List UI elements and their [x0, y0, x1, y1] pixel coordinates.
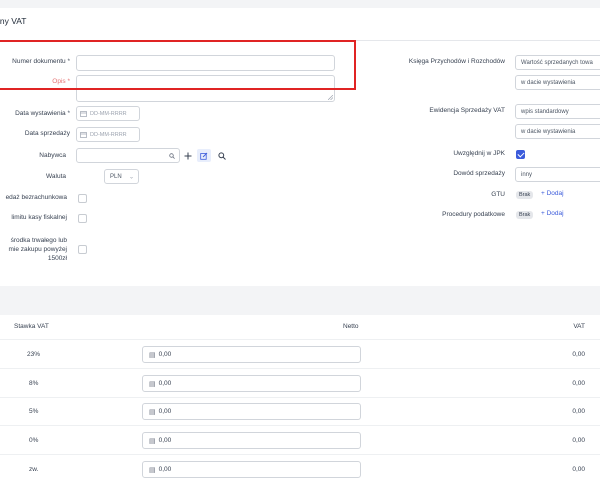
ksiega-select[interactable]: Wartość sprzedanych towa: [515, 55, 600, 70]
srodek-trwaly-label: środka trwałego lub mie zakupu powyżej 1…: [8, 237, 67, 262]
chevron-down-icon: ⌄: [128, 174, 134, 180]
calculator-icon: ▤: [149, 380, 156, 388]
header-divider: [0, 339, 600, 340]
vat-value-8: 0,00: [572, 380, 585, 387]
vat-table: Stawka VAT Netto VAT 23% ▤ 0,00 0,00 8% ▤…: [0, 315, 600, 480]
resize-handle-icon[interactable]: [328, 95, 333, 100]
rate-23: 23%: [27, 351, 41, 358]
calculator-icon: ▤: [149, 466, 156, 474]
calculator-icon: ▤: [149, 437, 156, 445]
nabywca-label: Nabywca: [39, 152, 66, 159]
vat-header: VAT: [573, 323, 585, 330]
rate-zw: zw.: [29, 466, 39, 473]
data-wystawienia-label: Data wystawienia *: [15, 110, 70, 117]
row-divider: [0, 454, 600, 455]
srodek-trwaly-checkbox[interactable]: [78, 245, 87, 254]
nabywca-input[interactable]: [76, 148, 180, 163]
sprzedaz-bezrachunkowa-label: edaż bezrachunkowa: [5, 194, 67, 201]
rate-0: 0%: [29, 437, 39, 444]
plus-icon: [184, 152, 192, 159]
edit-icon: [200, 152, 208, 160]
procedury-add-button[interactable]: + Dodaj: [541, 210, 564, 217]
add-nabywca-button[interactable]: [181, 149, 195, 162]
data-sprzedazy-input[interactable]: DD-MM-RRRR: [76, 127, 140, 142]
rate-5: 5%: [29, 408, 39, 415]
row-divider: [0, 368, 600, 369]
vat-value-23: 0,00: [572, 351, 585, 358]
data-wystawienia-input[interactable]: DD-MM-RRRR: [76, 106, 140, 121]
dowod-select[interactable]: inny: [515, 167, 600, 182]
netto-input-5[interactable]: ▤ 0,00: [142, 403, 361, 420]
stawka-header: Stawka VAT: [14, 323, 49, 330]
jpk-checkbox[interactable]: [516, 150, 525, 159]
vat-value-0: 0,00: [572, 437, 585, 444]
vat-value-5: 0,00: [572, 408, 585, 415]
search-icon: [218, 151, 226, 160]
procedury-label: Procedury podatkowe: [442, 211, 505, 218]
ewidencja-label: Ewidencja Sprzedaży VAT: [429, 107, 505, 114]
limit-kasy-checkbox[interactable]: [78, 214, 87, 223]
vat-value-zw: 0,00: [572, 466, 585, 473]
gtu-label: GTU: [491, 191, 505, 198]
ewidencja-date-select[interactable]: w dacie wystawienia: [515, 124, 600, 139]
edit-nabywca-button[interactable]: [197, 149, 211, 162]
netto-input-8[interactable]: ▤ 0,00: [142, 375, 361, 392]
ksiega-label: Księga Przychodów i Rozchodów: [408, 58, 505, 65]
netto-header: Netto: [343, 323, 359, 330]
waluta-label: Waluta: [46, 173, 66, 180]
jpk-label: Uwzględnij w JPK: [453, 150, 505, 157]
page-title: lny VAT: [0, 16, 27, 26]
row-divider: [0, 397, 600, 398]
search-icon: [169, 153, 175, 159]
waluta-select[interactable]: PLN ⌄: [104, 169, 139, 184]
sprzedaz-bezrachunkowa-checkbox[interactable]: [78, 194, 87, 203]
calculator-icon: ▤: [149, 351, 156, 359]
ksiega-date-select[interactable]: w dacie wystawienia: [515, 75, 600, 90]
limit-kasy-label: limitu kasy fiskalnej: [11, 214, 67, 221]
rate-8: 8%: [29, 380, 39, 387]
gtu-add-button[interactable]: + Dodaj: [541, 190, 564, 197]
dowod-label: Dowód sprzedaży: [453, 170, 505, 177]
netto-input-zw[interactable]: ▤ 0,00: [142, 461, 361, 478]
search-nabywca-button[interactable]: [215, 149, 229, 162]
calculator-icon: ▤: [149, 408, 156, 416]
netto-input-0[interactable]: ▤ 0,00: [142, 432, 361, 449]
ewidencja-select[interactable]: wpis standardowy: [515, 104, 600, 119]
calendar-icon: [80, 111, 87, 117]
netto-input-23[interactable]: ▤ 0,00: [142, 346, 361, 363]
calendar-icon: [80, 132, 87, 138]
gtu-badge: Brak: [516, 191, 534, 199]
highlight-box: [0, 40, 356, 90]
row-divider: [0, 425, 600, 426]
data-sprzedazy-label: Data sprzedaży: [24, 130, 70, 137]
procedury-badge: Brak: [516, 211, 534, 219]
